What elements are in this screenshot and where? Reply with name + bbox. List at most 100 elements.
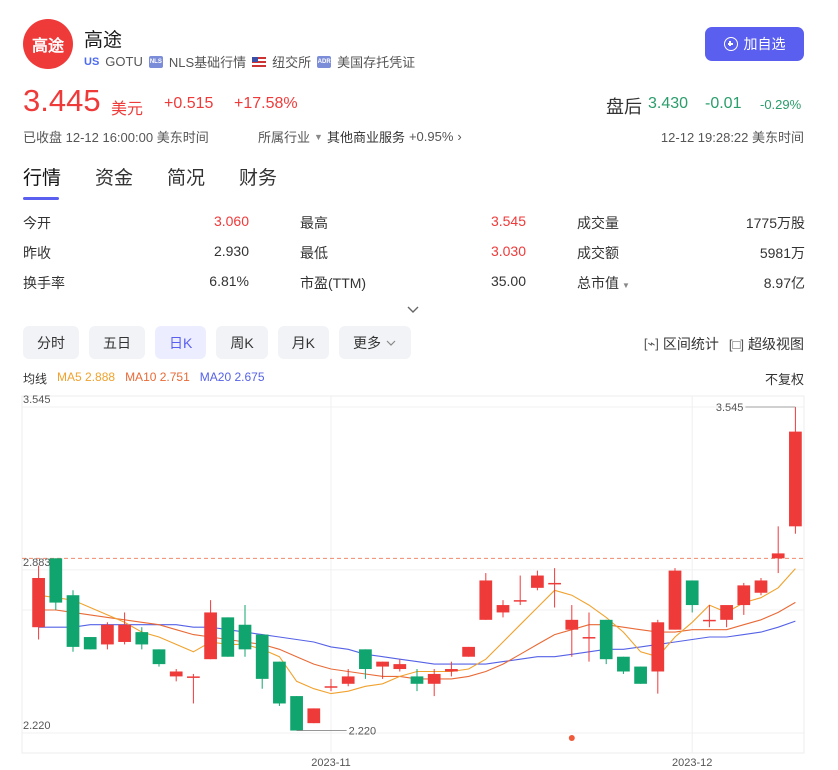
tab-capital[interactable]: 资金 (95, 163, 133, 200)
max-price-label: 3.545 (716, 402, 744, 414)
adr-icon: ADR (317, 55, 332, 68)
candle-body (789, 431, 802, 527)
us-flag-icon (252, 56, 267, 67)
candle-body (599, 619, 613, 660)
stats-row: 今开 3.060 最高 3.545 成交量 1775万股 (23, 213, 805, 243)
candle-body (290, 696, 303, 731)
candle-body (101, 624, 114, 645)
after-hours-price: 3.430 (648, 95, 689, 112)
prev-close-value: 2.930 (213, 243, 249, 259)
range-stats-icon: [⌁] (643, 336, 659, 351)
candle-body (496, 605, 510, 613)
y-tick-label: 2.220 (23, 720, 51, 732)
tab-profile[interactable]: 简况 (167, 163, 205, 200)
currency-label: 美元 (111, 101, 144, 118)
candle-body (376, 661, 389, 667)
candle-body (187, 676, 200, 678)
candle-body (445, 669, 458, 672)
candle-body (582, 637, 596, 639)
period-monthly[interactable]: 月K (277, 326, 330, 359)
candle-body (307, 708, 321, 724)
high-label: 最高 (300, 215, 328, 231)
super-view-label: 超级视图 (748, 336, 804, 352)
candle-body (273, 661, 286, 704)
ma-title: 均线 (23, 372, 48, 386)
candle-body (754, 580, 768, 593)
range-stats-label: 区间统计 (662, 336, 719, 352)
period-more-label: 更多 (353, 334, 382, 351)
candle-body (703, 619, 716, 622)
candle-body (221, 617, 235, 657)
candlestick-chart[interactable]: 3.545 2.883 2.220 2023-11 2023-12 3.545 2.220 (0, 390, 838, 770)
range-stats-button[interactable]: [⌁] 区间统计 (644, 334, 719, 354)
candle-body (66, 595, 80, 647)
candle-body (479, 580, 493, 620)
after-hours-label: 盘后 (606, 97, 642, 117)
tab-financials[interactable]: 财务 (239, 163, 277, 200)
candle-body (152, 649, 166, 665)
period-weekly[interactable]: 周K (216, 326, 268, 359)
exchange-label: 纽交所 (272, 55, 312, 70)
ma20-value: MA20 2.675 (199, 370, 265, 384)
market-cap-value: 8.97亿 (763, 275, 805, 291)
event-marker (568, 735, 575, 741)
y-tick-label: 2.883 (23, 557, 51, 569)
market-badge: US (84, 55, 100, 68)
super-view-button[interactable]: [□] 超级视图 (729, 334, 804, 354)
period-5day[interactable]: 五日 (89, 326, 145, 359)
ma10-value: MA10 2.751 (125, 370, 190, 384)
industry-change: +0.95% (408, 129, 454, 144)
candle-body (513, 600, 527, 602)
candle-body (634, 666, 647, 684)
candle-body (169, 671, 183, 677)
industry-link[interactable]: 所属行业 ▼ 其他商业服务 +0.95% › (258, 127, 462, 146)
security-type-label: 美国存托凭证 (337, 55, 416, 70)
candle-body (565, 619, 579, 630)
candle-body (324, 686, 338, 688)
candle-body (255, 634, 269, 679)
ma20-line (38, 620, 796, 665)
price-adjust-toggle[interactable]: 不复权 (765, 369, 804, 388)
period-intraday[interactable]: 分时 (23, 326, 79, 359)
quote-stats: 今开 3.060 最高 3.545 成交量 1775万股 昨收 2.930 最低… (23, 213, 805, 303)
candle-body (668, 570, 682, 630)
add-watchlist-label: 加自选 (743, 36, 786, 52)
chevron-down-icon (386, 340, 396, 346)
candle-body (238, 624, 252, 650)
candle-body (341, 676, 355, 684)
industry-label: 所属行业 (258, 130, 311, 145)
tab-quote[interactable]: 行情 (23, 163, 61, 200)
after-hours-change: -0.01 (705, 95, 742, 112)
open-label: 今开 (23, 215, 51, 231)
turnover-value: 5981万 (759, 245, 805, 261)
market-cap-label[interactable]: 总市值 ▼ (577, 273, 630, 293)
stock-name: 高途 (84, 30, 123, 51)
candle-body (737, 585, 751, 606)
super-view-icon: [□] (728, 336, 744, 352)
candle-body (83, 637, 97, 650)
after-hours-time: 12-12 19:28:22 美东时间 (660, 130, 804, 145)
x-tick-label: 2023-11 (311, 757, 351, 769)
candle-body (204, 612, 217, 660)
candle-body (720, 605, 733, 620)
volume-value: 1775万股 (745, 215, 805, 231)
turnover-rate-value: 6.81% (209, 273, 249, 289)
stock-header: 高途 高途 US GOTU NLS NLS基础行情 纽交所 ADR 美国存托凭证… (0, 0, 838, 160)
candle-body (359, 649, 372, 670)
period-daily[interactable]: 日K (155, 326, 207, 359)
expand-chevron-icon[interactable] (406, 303, 420, 317)
stats-row: 换手率 6.81% 市盈(TTM) 35.00 总市值 ▼ 8.97亿 (23, 273, 805, 303)
last-price: 3.445 (23, 83, 101, 118)
volume-label: 成交量 (577, 215, 619, 231)
stats-row: 昨收 2.930 最低 3.030 成交额 5981万 (23, 243, 805, 273)
chart-tools: [⌁] 区间统计 [□] 超级视图 (644, 334, 804, 354)
candle-body (135, 632, 149, 645)
price-change-percent: +17.58% (234, 95, 298, 112)
market-status: 已收盘 12-12 16:00:00 美东时间 (23, 130, 209, 145)
chart-frame (21, 395, 805, 754)
open-value: 3.060 (213, 213, 249, 229)
period-more[interactable]: 更多 (339, 326, 412, 359)
add-watchlist-button[interactable]: 加自选 (705, 27, 804, 61)
turnover-rate-label: 换手率 (23, 275, 65, 291)
candle-body (427, 673, 441, 684)
